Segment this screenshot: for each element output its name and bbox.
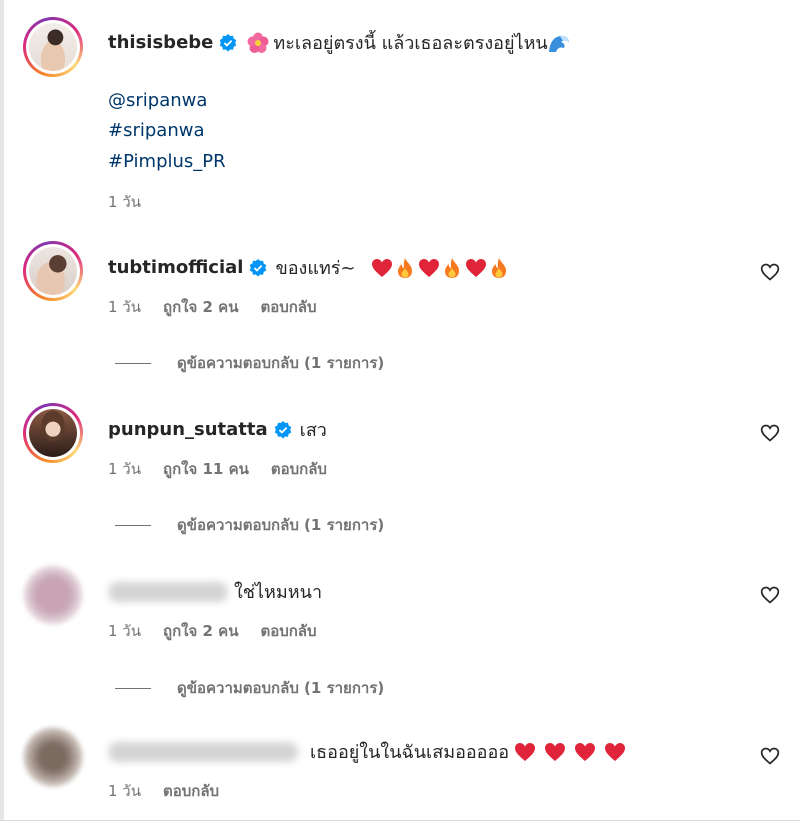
view-replies-button[interactable]: ดูข้อความตอบกลับ (1 รายการ) [115,513,384,537]
red-heart-emoji [545,742,566,761]
comment-text: ของแทร่~ [275,258,356,279]
red-heart-emoji [575,742,596,761]
comment-meta: 1 วัน ตอบกลับ [108,779,241,803]
comment-username[interactable]: tubtimofficial [108,257,243,278]
verified-badge-icon [274,420,291,438]
heart-outline-icon[interactable] [760,585,780,605]
comment-likes[interactable]: ถูกใจ 2 คน [163,619,238,643]
view-replies-label: ดูข้อความตอบกลับ (1 รายการ) [177,516,385,534]
avatar-tubtimofficial[interactable] [23,241,83,301]
red-heart-emoji [371,258,392,277]
emoji-sequence [511,742,626,762]
window-left-edge [0,0,4,833]
red-heart-emoji [418,258,439,277]
comment-line: เธออยู่ในในฉันเสมอออออ [108,737,626,766]
reply-button[interactable]: ตอบกลับ [271,457,327,481]
blurred-username[interactable] [108,741,298,762]
view-replies-button[interactable]: ดูข้อความตอบกลับ (1 รายการ) [115,676,384,700]
red-heart-emoji [605,742,626,761]
comment-meta: 1 วัน ถูกใจ 11 คน ตอบกลับ [108,457,349,481]
comment-meta: 1 วัน ถูกใจ 2 คน ตอบกลับ [108,295,339,319]
caption-line: thisisbebe ทะเลอยู่ตรงนี้ แล้วเธอละตรงอย… [108,28,570,57]
heart-outline-icon[interactable] [760,746,780,766]
avatar-blurred[interactable] [23,565,83,625]
comment-username[interactable]: punpun_sutatta [108,419,268,440]
blurred-username[interactable] [108,581,228,602]
replies-divider-line [115,687,151,689]
avatar-photo [29,23,77,71]
reply-button[interactable]: ตอบกลับ [260,619,316,643]
caption-time[interactable]: 1 วัน [108,190,141,214]
red-heart-emoji [515,742,536,761]
comment-line: punpun_sutatta เสว [108,415,327,444]
comment-text: ใช่ไหมหนา [234,582,323,603]
comment-text: เธออยู่ในในฉันเสมอออออ [310,742,510,763]
fire-emoji [444,257,459,278]
panel-bottom-divider [0,820,800,833]
caption-hashtag-link[interactable]: #sripanwa [108,120,204,141]
hibiscus-emoji [247,32,269,53]
caption-meta: 1 วัน [108,190,163,214]
comment-time[interactable]: 1 วัน [108,619,141,643]
avatar-blurred[interactable] [23,727,83,787]
avatar-photo [29,247,77,295]
reply-button[interactable]: ตอบกลับ [163,779,219,803]
comment-text: เสว [299,420,327,441]
wave-emoji [548,35,569,52]
view-replies-label: ดูข้อความตอบกลับ (1 รายการ) [177,679,385,697]
view-replies-button[interactable]: ดูข้อความตอบกลับ (1 รายการ) [115,351,384,375]
replies-divider-line [115,524,151,526]
verified-badge-icon [250,258,267,276]
fire-emoji [397,257,412,278]
avatar-thisisbebe[interactable] [23,17,83,77]
avatar-photo [29,409,77,457]
heart-outline-icon[interactable] [760,423,780,443]
caption-hashtag-link[interactable]: #Pimplus_PR [108,151,226,172]
heart-outline-icon[interactable] [760,262,780,282]
comment-time[interactable]: 1 วัน [108,457,141,481]
comment-line: ใช่ไหมหนา [108,577,322,606]
fire-emoji [491,257,506,278]
comment-meta: 1 วัน ถูกใจ 2 คน ตอบกลับ [108,619,339,643]
verified-badge-icon [220,33,237,51]
red-heart-emoji [465,258,486,277]
emoji-sequence [368,257,509,279]
view-replies-label: ดูข้อความตอบกลับ (1 รายการ) [177,354,385,372]
comment-time[interactable]: 1 วัน [108,295,141,319]
comment-line: tubtimofficial ของแทร่~ [108,253,509,282]
caption-text: ทะเลอยู่ตรงนี้ แล้วเธอละตรงอยู่ไหน [273,33,548,54]
comment-likes[interactable]: ถูกใจ 11 คน [163,457,249,481]
caption-mention-link[interactable]: @sripanwa [108,90,207,111]
caption-username[interactable]: thisisbebe [108,32,213,53]
avatar-punpun_sutatta[interactable] [23,403,83,463]
reply-button[interactable]: ตอบกลับ [260,295,316,319]
comment-time[interactable]: 1 วัน [108,779,141,803]
comment-likes[interactable]: ถูกใจ 2 คน [163,295,238,319]
replies-divider-line [115,362,151,364]
